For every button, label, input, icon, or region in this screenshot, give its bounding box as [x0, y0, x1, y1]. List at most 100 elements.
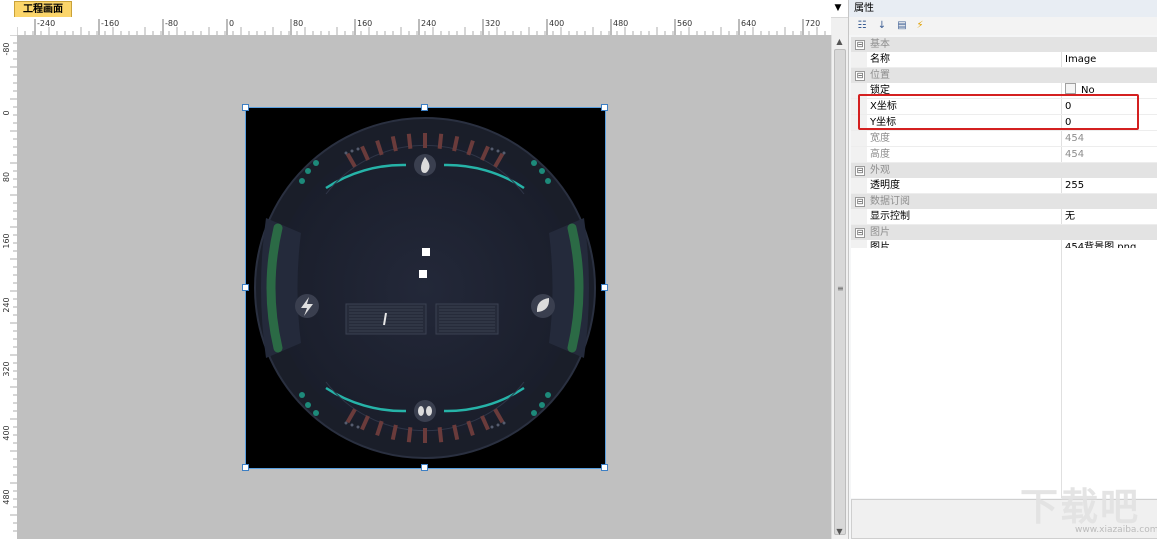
- property-value[interactable]: 无: [1065, 209, 1075, 224]
- categorized-icon[interactable]: ☷: [855, 19, 869, 33]
- column-divider: [1061, 52, 1062, 67]
- h-ruler-label: 400: [549, 19, 564, 28]
- column-divider: [1061, 209, 1062, 224]
- category-name: 数据订阅: [870, 196, 910, 207]
- resize-handle-n[interactable]: [421, 104, 428, 111]
- property-row[interactable]: 名称 Image: [851, 52, 1157, 68]
- h-ruler-label: 480: [613, 19, 628, 28]
- resize-handle-se[interactable]: [601, 464, 608, 471]
- h-ruler-label: -160: [101, 19, 119, 28]
- center-marker-top: [422, 248, 430, 256]
- gauge-background-image: [246, 108, 605, 468]
- h-ruler-label: 240: [421, 19, 436, 28]
- property-grid: ⊟ 基本 名称 Image ⊟ 位置 锁定 No X坐标 0 Y坐标 0 宽度 454 高度 454 ⊟ 外观 透明…: [851, 37, 1157, 256]
- v-ruler-label: 0: [2, 110, 11, 115]
- center-slot-right: [435, 303, 499, 335]
- row-gutter: [851, 178, 867, 193]
- alphabetical-icon[interactable]: ↓: [875, 19, 889, 33]
- h-ruler-label: 160: [357, 19, 372, 28]
- properties-panel: 属性 ☷ ↓ ▤ ⚡ ⊟ 基本 名称 Image ⊟ 位置 锁定 No X坐标 0 Y坐标 0 宽度 45…: [848, 0, 1157, 539]
- canvas-vertical-scrollbar[interactable]: ▲ ≡ ▼: [831, 35, 847, 539]
- v-ruler-label: 320: [2, 361, 11, 376]
- property-value[interactable]: 255: [1065, 178, 1084, 193]
- h-ruler-label: -80: [165, 19, 178, 28]
- vertical-ruler: -80 0 80 160 240 320 400 480: [0, 35, 17, 539]
- property-name: 高度: [870, 149, 890, 160]
- property-name: 透明度: [870, 180, 900, 191]
- h-ruler-label: 80: [293, 19, 303, 28]
- lightning-icon: [295, 294, 319, 318]
- v-ruler-label: -80: [2, 42, 11, 55]
- h-ruler-label: 320: [485, 19, 500, 28]
- editor-panel: 工程画面 ▼ -240 -160 -80 0 80 160 240 320 400 480 560 6…: [0, 0, 848, 539]
- resize-handle-ne[interactable]: [601, 104, 608, 111]
- property-pages-icon[interactable]: ▤: [895, 19, 909, 33]
- resize-handle-s[interactable]: [421, 464, 428, 471]
- document-tab-bar: 工程画面 ▼: [0, 0, 848, 18]
- selected-image-object[interactable]: [245, 107, 606, 469]
- horizontal-ruler: -240 -160 -80 0 80 160 240 320 400 480 560 640 720: [17, 17, 831, 35]
- column-divider: [1061, 131, 1062, 146]
- v-ruler-label: 480: [2, 489, 11, 504]
- v-ruler-label: 240: [2, 297, 11, 312]
- category-name: 图片: [870, 227, 890, 238]
- collapse-toggle-icon[interactable]: ⊟: [855, 228, 865, 238]
- property-row[interactable]: 宽度 454: [851, 131, 1157, 147]
- property-value[interactable]: 454: [1065, 147, 1084, 162]
- horizontal-ruler-ticks: -240 -160 -80 0 80 160 240 320 400 480 560 640 720: [17, 19, 826, 35]
- center-marker-bottom: [419, 270, 427, 278]
- resize-handle-e[interactable]: [601, 284, 608, 291]
- row-gutter: [851, 131, 867, 146]
- resize-handle-nw[interactable]: [242, 104, 249, 111]
- h-ruler-label: 640: [741, 19, 756, 28]
- flame-icon: [414, 154, 436, 176]
- row-gutter: [851, 52, 867, 67]
- h-ruler-label: -240: [37, 19, 55, 28]
- property-category[interactable]: ⊟ 位置: [851, 68, 1157, 83]
- ruler-corner: [0, 17, 17, 35]
- property-name: 名称: [870, 54, 890, 65]
- property-value[interactable]: 454: [1065, 131, 1084, 146]
- collapse-toggle-icon[interactable]: ⊟: [855, 197, 865, 207]
- footprints-icon: [414, 400, 436, 422]
- property-name: 显示控制: [870, 211, 910, 222]
- category-name: 位置: [870, 70, 890, 81]
- category-name: 基本: [870, 39, 890, 50]
- scroll-down-icon[interactable]: ▼: [832, 525, 847, 539]
- property-category[interactable]: ⊟ 外观: [851, 163, 1157, 178]
- collapse-toggle-icon[interactable]: ⊟: [855, 71, 865, 81]
- property-category[interactable]: ⊟ 图片: [851, 225, 1157, 240]
- leaf-icon: [531, 294, 555, 318]
- design-canvas[interactable]: [17, 35, 831, 539]
- properties-title: 属性: [849, 0, 1157, 17]
- property-value[interactable]: Image: [1065, 52, 1096, 67]
- tab-list-dropdown-icon[interactable]: ▼: [832, 2, 844, 14]
- tab-project-screen[interactable]: 工程画面: [14, 1, 72, 17]
- highlight-box: [858, 94, 1139, 130]
- property-category[interactable]: ⊟ 数据订阅: [851, 194, 1157, 209]
- category-name: 外观: [870, 165, 890, 176]
- property-row[interactable]: 透明度 255: [851, 178, 1157, 194]
- events-icon[interactable]: ⚡: [913, 19, 927, 33]
- column-divider: [1061, 178, 1062, 193]
- h-ruler-label: 0: [229, 19, 234, 28]
- properties-toolbar: ☷ ↓ ▤ ⚡: [849, 17, 1157, 35]
- row-gutter: [851, 147, 867, 162]
- property-row[interactable]: 显示控制 无: [851, 209, 1157, 225]
- scroll-thumb[interactable]: ≡: [834, 49, 846, 535]
- collapse-toggle-icon[interactable]: ⊟: [855, 40, 865, 50]
- scroll-grip-icon: ≡: [837, 284, 844, 293]
- resize-handle-sw[interactable]: [242, 464, 249, 471]
- column-divider: [1061, 147, 1062, 162]
- resize-handle-w[interactable]: [242, 284, 249, 291]
- scroll-up-icon[interactable]: ▲: [832, 35, 847, 49]
- gauge-face: [275, 138, 575, 438]
- watermark-url: www.xiazaiba.com: [1075, 525, 1157, 535]
- collapse-toggle-icon[interactable]: ⊟: [855, 166, 865, 176]
- property-row[interactable]: 高度 454: [851, 147, 1157, 163]
- watermark: 下载吧: [1020, 485, 1141, 529]
- property-category[interactable]: ⊟ 基本: [851, 37, 1157, 52]
- h-ruler-label: 560: [677, 19, 692, 28]
- v-ruler-label: 80: [2, 172, 11, 182]
- lock-checkbox[interactable]: [1065, 83, 1076, 94]
